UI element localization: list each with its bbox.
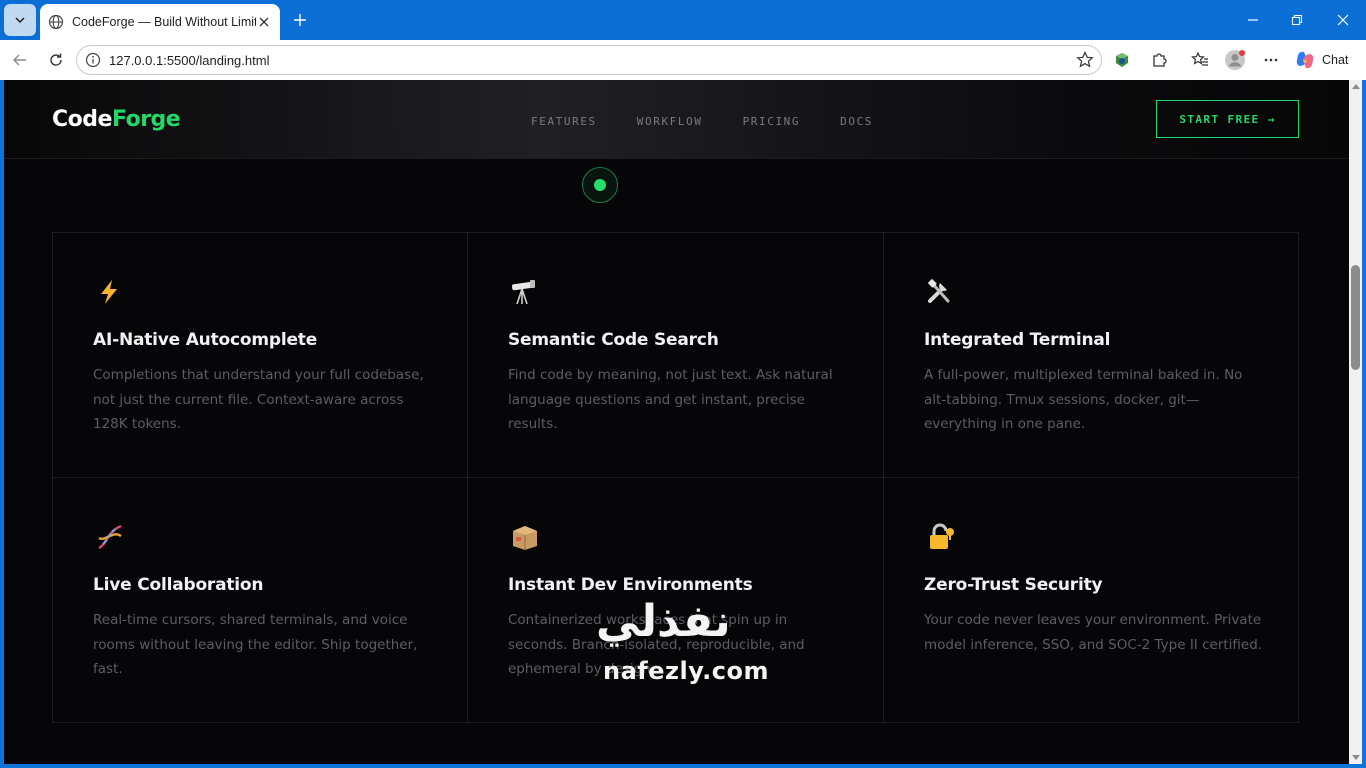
status-dot [594, 179, 606, 191]
dna-icon [98, 524, 122, 550]
feature-card: Live Collaboration Real-time cursors, sh… [53, 478, 468, 722]
arrow-left-icon [13, 54, 26, 66]
nav-workflow[interactable]: WORKFLOW [637, 115, 703, 128]
logo-text-forge: Forge [111, 107, 181, 132]
site-header: CodeForge FEATURES WORKFLOW PRICING DOCS… [4, 80, 1349, 159]
plus-icon [294, 14, 306, 26]
back-button[interactable] [8, 48, 32, 72]
package-icon [513, 526, 537, 550]
chevron-down-icon [15, 17, 25, 24]
lock-icon [930, 523, 954, 549]
scrollbar-thumb[interactable] [1351, 265, 1360, 370]
browser-tab-active[interactable]: CodeForge — Build Without Limits [40, 4, 280, 40]
close-window-button[interactable] [1331, 8, 1355, 32]
scroll-down-arrow[interactable] [1352, 755, 1360, 760]
restore-button[interactable] [1285, 8, 1309, 32]
puzzle-icon [1153, 53, 1167, 67]
feature-description: Completions that understand your full co… [93, 367, 424, 432]
restore-icon [1291, 14, 1303, 26]
extension-cube-icon [1116, 53, 1128, 67]
url-text: 127.0.0.1:5500/landing.html [109, 53, 270, 68]
star-icon[interactable] [1075, 50, 1095, 70]
watermark-arabic: نفذلي [596, 596, 731, 647]
tab-actions-menu-button[interactable] [4, 4, 36, 36]
feature-title: AI-Native Autocomplete [93, 330, 318, 350]
more-icon [1264, 58, 1278, 62]
feature-card: Zero-Trust Security Your code never leav… [884, 478, 1298, 722]
minimize-button[interactable] [1241, 8, 1265, 32]
feature-description: Real-time cursors, shared terminals, and… [93, 612, 418, 677]
extension-button[interactable] [1110, 48, 1134, 72]
feature-title: Integrated Terminal [924, 330, 1111, 350]
globe-icon [48, 14, 64, 30]
refresh-button[interactable] [44, 48, 68, 72]
avatar-icon [1225, 50, 1245, 70]
browser-title-bar: CodeForge — Build Without Limits [0, 0, 1366, 40]
status-indicator [582, 167, 618, 203]
scroll-up-arrow[interactable] [1352, 84, 1360, 89]
feature-title: Live Collaboration [93, 575, 264, 595]
close-icon [1337, 14, 1349, 26]
chat-label: Chat [1322, 53, 1349, 67]
feature-description: A full-power, multiplexed terminal baked… [924, 367, 1243, 432]
logo-text-code: Code [52, 107, 112, 132]
nav-pricing[interactable]: PRICING [743, 115, 801, 128]
profile-button[interactable] [1223, 48, 1247, 72]
more-menu-button[interactable] [1259, 48, 1283, 72]
info-icon [85, 52, 101, 68]
tools-icon [928, 279, 950, 303]
page-scrollbar[interactable] [1349, 80, 1362, 764]
extensions-button[interactable] [1147, 48, 1171, 72]
tab-close-button[interactable] [256, 14, 272, 30]
tab-title: CodeForge — Build Without Limits [72, 15, 256, 29]
copilot-chat-button[interactable]: Chat [1294, 46, 1348, 74]
feature-card: Semantic Code Search Find code by meanin… [468, 233, 884, 478]
feature-card: AI-Native Autocomplete Completions that … [53, 233, 468, 478]
main-nav: FEATURES WORKFLOW PRICING DOCS [531, 115, 873, 128]
feature-title: Zero-Trust Security [924, 575, 1103, 595]
address-bar[interactable]: 127.0.0.1:5500/landing.html [76, 45, 1102, 75]
start-free-button[interactable]: START FREE → [1156, 100, 1299, 138]
nav-features[interactable]: FEATURES [531, 115, 597, 128]
copilot-icon [1296, 51, 1314, 69]
favorites-icon [1191, 51, 1208, 66]
close-icon [259, 17, 269, 27]
feature-description: Your code never leaves your environment.… [924, 612, 1263, 653]
lightning-icon [101, 280, 117, 304]
refresh-icon [50, 53, 62, 66]
window-bottom-edge [0, 764, 1366, 768]
logo[interactable]: CodeForge [52, 107, 181, 132]
telescope-icon [511, 280, 535, 305]
nav-docs[interactable]: DOCS [840, 115, 873, 128]
features-grid: AI-Native Autocomplete Completions that … [52, 232, 1299, 723]
watermark-latin: nafezly.com [603, 657, 769, 685]
favorites-button[interactable] [1188, 48, 1212, 72]
feature-title: Semantic Code Search [508, 330, 719, 350]
feature-card: Integrated Terminal A full-power, multip… [884, 233, 1298, 478]
new-tab-button[interactable] [289, 9, 311, 31]
feature-description: Find code by meaning, not just text. Ask… [508, 367, 833, 432]
minimize-icon [1248, 19, 1258, 21]
feature-title: Instant Dev Environments [508, 575, 753, 595]
